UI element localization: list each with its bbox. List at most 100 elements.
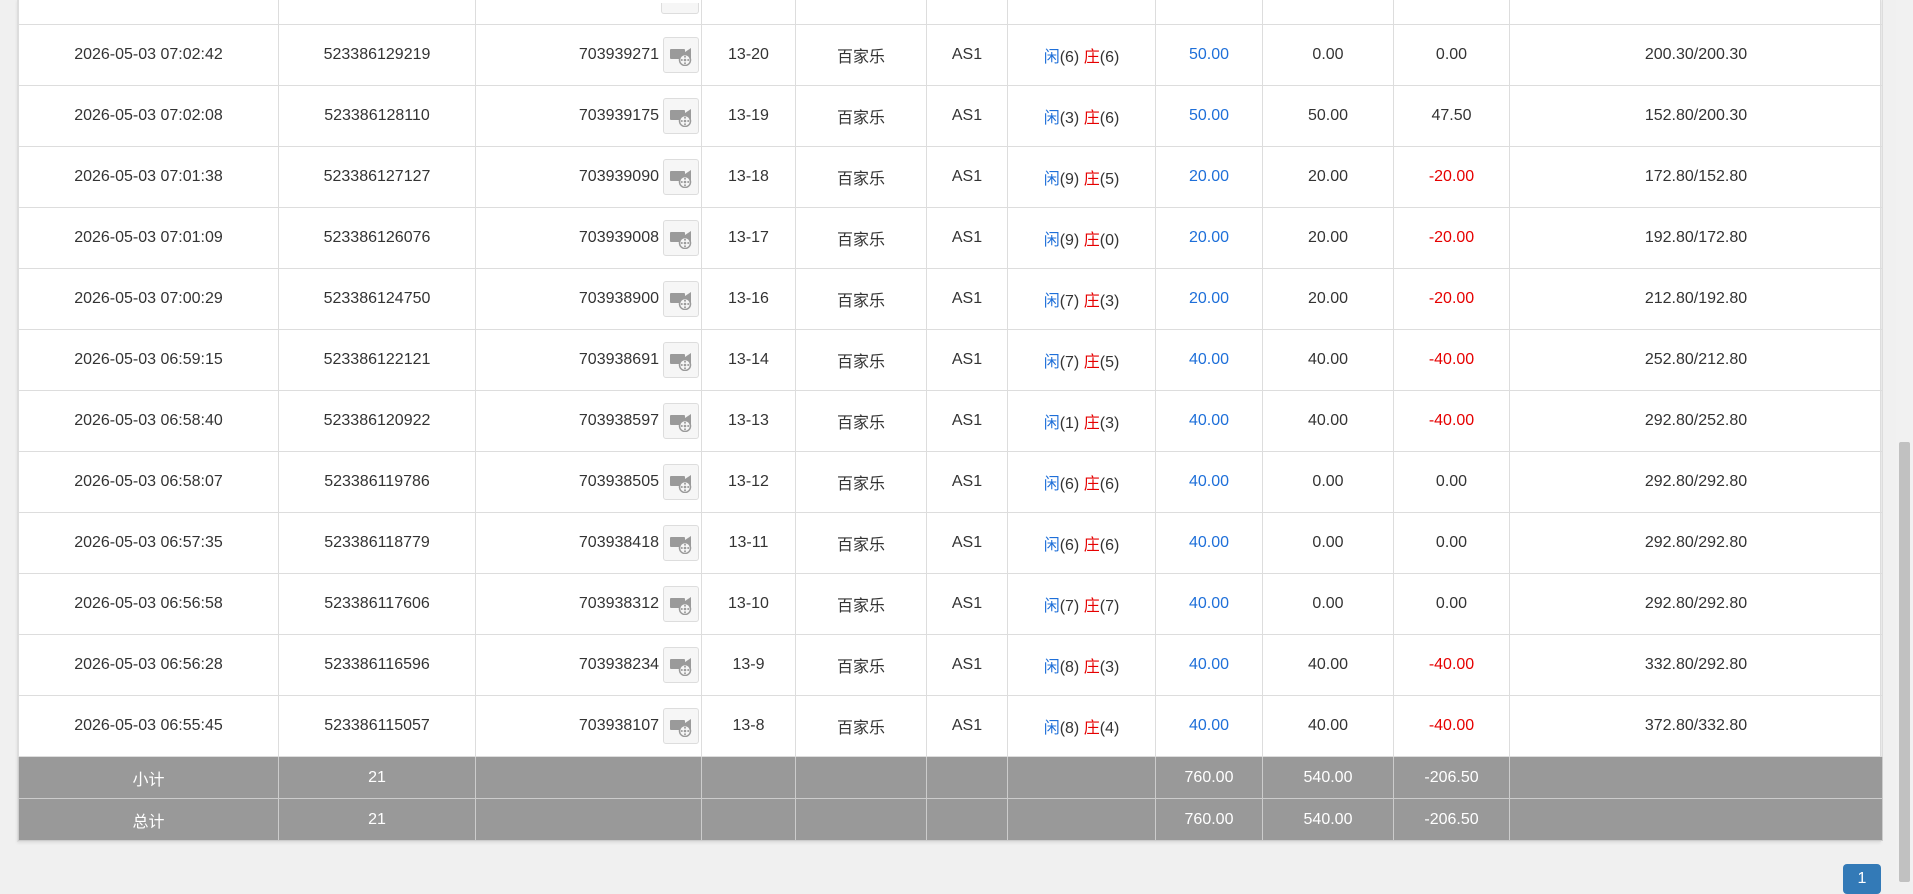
shoe-round: 13-14 — [701, 329, 796, 391]
player-label: 闲 — [1043, 415, 1060, 432]
video-replay-icon[interactable] — [663, 708, 699, 744]
bet-amount: 40.00 — [1155, 634, 1263, 696]
shoe-round: 13-17 — [701, 207, 796, 269]
bet-amount: 40.00 — [1155, 390, 1263, 452]
game-type: 百家乐 — [795, 634, 927, 696]
game-type: 百家乐 — [795, 329, 927, 391]
game-result: 闲(6) 庄(6) — [1007, 451, 1156, 513]
banker-points: (6) — [1099, 537, 1120, 554]
balance-before-after: 292.80/292.80 — [1509, 512, 1883, 574]
table-code: AS1 — [926, 24, 1008, 86]
round-number-cell: 703939271 — [475, 24, 702, 86]
player-label: 闲 — [1043, 232, 1060, 249]
bet-number: 523386128110 — [278, 85, 476, 147]
bet-amount: 40.00 — [1155, 451, 1263, 513]
player-label: 闲 — [1043, 354, 1060, 371]
video-replay-icon[interactable] — [663, 98, 699, 134]
game-type: 百家乐 — [795, 695, 927, 757]
valid-bet: 40.00 — [1262, 695, 1394, 757]
shoe-round: 13-11 — [701, 512, 796, 574]
shoe-round: 13-19 — [701, 85, 796, 147]
player-label: 闲 — [1043, 720, 1060, 737]
table-row: 2026-05-03 06:58:40 523386120922 703938597… — [18, 390, 1883, 452]
game-type: 百家乐 — [795, 573, 927, 635]
bet-time: 2026-05-03 06:57:35 — [18, 512, 279, 574]
win-loss: 0.00 — [1393, 24, 1510, 86]
scrollbar-thumb[interactable] — [1899, 442, 1910, 882]
table-code: AS1 — [926, 390, 1008, 452]
game-type: 百家乐 — [795, 512, 927, 574]
banker-points: (3) — [1099, 415, 1120, 432]
round-number: 703938107 — [578, 717, 659, 735]
banker-label: 庄 — [1083, 415, 1100, 432]
bet-amount: 50.00 — [1155, 85, 1263, 147]
game-type: 百家乐 — [795, 268, 927, 330]
bet-time: 2026-05-03 06:58:07 — [18, 451, 279, 513]
player-label: 闲 — [1043, 49, 1060, 66]
subtotal-row: 小计 21 760.00 540.00 -206.50 — [18, 756, 1883, 799]
player-label: 闲 — [1043, 476, 1060, 493]
valid-bet: 40.00 — [1262, 634, 1394, 696]
video-replay-icon[interactable] — [663, 220, 699, 256]
player-label: 闲 — [1043, 598, 1060, 615]
game-result: 闲(3) 庄(6) — [1007, 85, 1156, 147]
video-replay-icon[interactable] — [661, 3, 699, 14]
game-type: 百家乐 — [795, 146, 927, 208]
bet-amount: 50.00 — [1155, 24, 1263, 86]
player-points: (6) — [1059, 537, 1080, 554]
player-label: 闲 — [1043, 171, 1060, 188]
banker-points: (3) — [1099, 293, 1120, 310]
valid-bet: 40.00 — [1262, 329, 1394, 391]
banker-label: 庄 — [1083, 110, 1100, 127]
video-replay-icon[interactable] — [663, 464, 699, 500]
game-result: 闲(7) 庄(3) — [1007, 268, 1156, 330]
balance-before-after: 372.80/332.80 — [1509, 695, 1883, 757]
round-number: 703939175 — [578, 107, 659, 125]
banker-label: 庄 — [1083, 476, 1100, 493]
video-replay-icon[interactable] — [663, 586, 699, 622]
balance-before-after: 292.80/252.80 — [1509, 390, 1883, 452]
table-code: AS1 — [926, 695, 1008, 757]
round-number: 703939271 — [578, 46, 659, 64]
round-number-cell: 703938234 — [475, 634, 702, 696]
round-number: 703939008 — [578, 229, 659, 247]
round-number-cell: 703938505 — [475, 451, 702, 513]
bet-time: 2026-05-03 06:55:45 — [18, 695, 279, 757]
player-label: 闲 — [1043, 293, 1060, 310]
shoe-round: 13-9 — [701, 634, 796, 696]
banker-label: 庄 — [1083, 171, 1100, 188]
table-row: 2026-05-03 06:55:45 523386115057 703938107… — [18, 695, 1883, 757]
balance-before-after: 192.80/172.80 — [1509, 207, 1883, 269]
round-number-cell: 703939175 — [475, 85, 702, 147]
video-replay-icon[interactable] — [663, 281, 699, 317]
round-number-cell: 703938900 — [475, 268, 702, 330]
banker-label: 庄 — [1083, 293, 1100, 310]
vertical-scrollbar[interactable] — [1896, 0, 1913, 882]
video-replay-icon[interactable] — [663, 342, 699, 378]
game-type: 百家乐 — [795, 390, 927, 452]
pagination-page-1[interactable]: 1 — [1843, 864, 1881, 894]
round-number: 703938691 — [578, 351, 659, 369]
video-replay-icon[interactable] — [663, 37, 699, 73]
round-number-cell: 703938418 — [475, 512, 702, 574]
valid-bet: 20.00 — [1262, 207, 1394, 269]
bet-time: 2026-05-03 07:01:38 — [18, 146, 279, 208]
round-number-cell: 703939008 — [475, 207, 702, 269]
video-replay-icon[interactable] — [663, 525, 699, 561]
round-number: 703939090 — [578, 168, 659, 186]
total-count: 21 — [278, 798, 476, 841]
bet-time: 2026-05-03 06:56:28 — [18, 634, 279, 696]
table-code: AS1 — [926, 329, 1008, 391]
banker-label: 庄 — [1083, 720, 1100, 737]
video-replay-icon[interactable] — [663, 647, 699, 683]
game-result: 闲(8) 庄(3) — [1007, 634, 1156, 696]
round-number: 703938597 — [578, 412, 659, 430]
game-result: 闲(7) 庄(5) — [1007, 329, 1156, 391]
table-row: 2026-05-03 06:58:07 523386119786 703938505… — [18, 451, 1883, 513]
valid-bet: 20.00 — [1262, 146, 1394, 208]
video-replay-icon[interactable] — [663, 403, 699, 439]
bet-amount: 20.00 — [1155, 146, 1263, 208]
video-replay-icon[interactable] — [663, 159, 699, 195]
round-number: 703938900 — [578, 290, 659, 308]
win-loss: -20.00 — [1393, 207, 1510, 269]
